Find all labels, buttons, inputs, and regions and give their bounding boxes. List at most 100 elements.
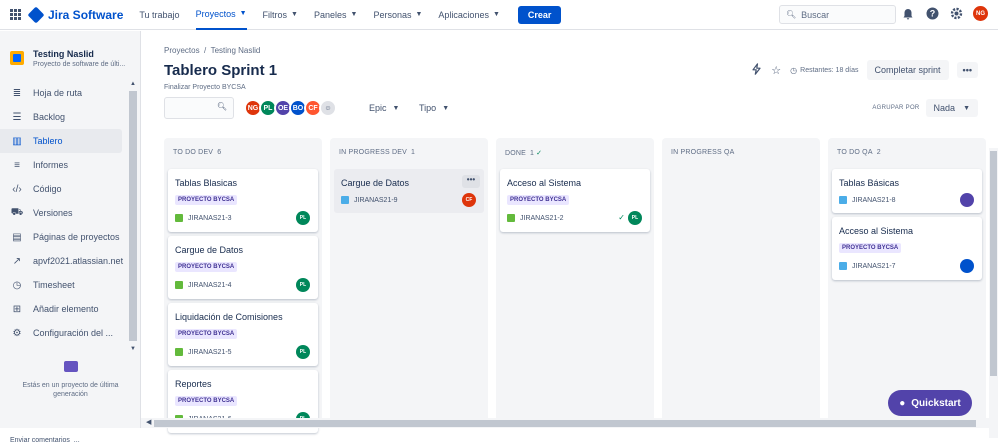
- sidebar-item-8[interactable]: ◷ Timesheet: [0, 273, 127, 297]
- project-avatar-icon: [10, 51, 24, 65]
- nav-item-3[interactable]: Paneles ▼: [314, 0, 357, 30]
- column-count: 6: [217, 149, 222, 156]
- card-more-button[interactable]: •••: [462, 175, 480, 188]
- create-button[interactable]: Crear: [517, 5, 562, 24]
- group-by-select[interactable]: Nada ▼: [925, 99, 978, 117]
- user-avatar[interactable]: NG: [973, 6, 988, 21]
- assignee-avatar[interactable]: PL: [296, 345, 310, 359]
- scroll-left-icon[interactable]: ◀: [146, 418, 151, 426]
- story-icon: [175, 348, 183, 356]
- project-header[interactable]: Testing Naslid Proyecto de software de ú…: [0, 31, 140, 68]
- breadcrumb-projects[interactable]: Proyectos: [164, 46, 200, 55]
- assignee-avatar[interactable]: PL: [296, 278, 310, 292]
- epic-badge: PROYECTO BYCSA: [175, 396, 238, 406]
- sidebar-scrollbar-thumb[interactable]: [129, 91, 137, 341]
- story-icon: [175, 214, 183, 222]
- complete-sprint-button[interactable]: Completar sprint: [866, 60, 949, 80]
- sidebar-item-6[interactable]: ▤ Páginas de proyectos: [0, 225, 127, 249]
- epic-filter[interactable]: Epic ▼: [369, 103, 399, 113]
- releases-icon: ⛟: [10, 206, 24, 218]
- settings-icon: ⚙: [12, 327, 22, 339]
- issue-card[interactable]: Cargue de Datos PROYECTO BYCSA JIRANAS21-4…: [168, 236, 318, 299]
- scroll-down-icon[interactable]: ▼: [130, 346, 136, 352]
- global-search-input[interactable]: 🔍︎ Buscar: [779, 5, 896, 24]
- more-people-icon[interactable]: ☺: [319, 99, 337, 117]
- board-search-input[interactable]: 🔍︎: [164, 97, 234, 119]
- reports-icon: ≡: [14, 159, 20, 171]
- quickstart-button[interactable]: ● Quickstart: [888, 390, 972, 416]
- board-horizontal-scrollbar-thumb[interactable]: [154, 420, 976, 427]
- sidebar-item-7[interactable]: ↗ apvf2021.atlassian.net: [0, 249, 127, 273]
- assignee-avatar[interactable]: PL: [296, 211, 310, 225]
- jira-logo[interactable]: Jira Software: [27, 6, 123, 23]
- issue-summary: Liquidación de Comisiones: [175, 312, 283, 322]
- story-icon: [507, 214, 515, 222]
- sidebar-item-5[interactable]: ⛟ Versiones: [0, 201, 127, 225]
- issue-key: JIRANAS21-7: [839, 262, 896, 270]
- search-icon: 🔍︎: [216, 102, 227, 111]
- chevron-down-icon: ▼: [291, 11, 298, 18]
- sidebar-item-0[interactable]: ≣ Hoja de ruta: [0, 81, 127, 105]
- app-switcher-icon[interactable]: [10, 8, 22, 21]
- issue-card[interactable]: Cargue de Datos JIRANAS21-9 CF •••: [334, 169, 484, 213]
- footer-line-2: generación: [53, 391, 88, 398]
- assignee-avatar[interactable]: PL: [628, 211, 642, 225]
- nav-item-4[interactable]: Personas ▼: [373, 0, 422, 30]
- jira-logo-icon: [27, 6, 45, 23]
- board-column-0: TO DO DEV 6 Tablas Blasicas PROYECTO BYCSA J…: [164, 138, 322, 433]
- scroll-up-icon[interactable]: ▲: [130, 81, 136, 87]
- sidebar-footer: Estás en un proyecto de última generación: [0, 361, 141, 399]
- chevron-down-icon: ▼: [442, 104, 450, 112]
- column-header: IN PROGRESS QA: [671, 149, 735, 156]
- lightning-icon[interactable]: [751, 62, 762, 78]
- project-name: Testing Naslid: [33, 49, 94, 59]
- nav-item-1[interactable]: Proyectos ▼: [195, 0, 247, 30]
- search-icon: 🔍︎: [786, 10, 797, 19]
- send-feedback-link[interactable]: Enviar comentarios ...: [10, 437, 80, 444]
- settings-icon[interactable]: [949, 7, 963, 21]
- type-filter[interactable]: Tipo ▼: [419, 103, 449, 113]
- help-icon[interactable]: ?: [925, 7, 939, 21]
- more-options-button[interactable]: •••: [956, 62, 978, 78]
- issue-card[interactable]: Tablas Blasicas PROYECTO BYCSA JIRANAS21-3…: [168, 169, 318, 232]
- issue-card[interactable]: Acceso al Sistema PROYECTO BYCSA JIRANAS21…: [500, 169, 650, 232]
- nav-item-2[interactable]: Filtros ▼: [263, 0, 298, 30]
- sidebar-item-10[interactable]: ⚙ Configuración del ...: [0, 321, 127, 345]
- board-icon: ▥: [12, 135, 22, 147]
- sidebar-item-1[interactable]: ☰ Backlog: [0, 105, 127, 129]
- task-icon: [839, 196, 847, 204]
- issue-summary: Cargue de Datos: [175, 245, 244, 255]
- sidebar-item-3[interactable]: ≡ Informes: [0, 153, 127, 177]
- sidebar-item-9[interactable]: ⊞ Añadir elemento: [0, 297, 127, 321]
- notification-icon[interactable]: [901, 7, 915, 21]
- issue-card[interactable]: Acceso al Sistema PROYECTO BYCSA JIRANAS21…: [832, 217, 982, 280]
- column-count: 1: [410, 149, 416, 156]
- timesheet-icon: ◷: [12, 279, 22, 291]
- task-icon: [341, 196, 349, 204]
- chevron-down-icon: ▼: [963, 104, 970, 112]
- board-vertical-scrollbar-thumb[interactable]: [990, 151, 997, 376]
- breadcrumb-project[interactable]: Testing Naslid: [211, 46, 261, 55]
- epic-badge: PROYECTO BYCSA: [507, 195, 570, 205]
- nav-item-5[interactable]: Aplicaciones ▼: [438, 0, 499, 30]
- epic-badge: PROYECTO BYCSA: [175, 329, 238, 339]
- chevron-down-icon: ▼: [415, 11, 423, 18]
- sidebar-item-4[interactable]: ‹/› Código: [0, 177, 127, 201]
- breadcrumb: Proyectos / Testing Naslid: [164, 46, 260, 55]
- issue-summary: Tablas Básicas: [839, 178, 900, 188]
- assignee-avatar[interactable]: [960, 193, 974, 207]
- issue-key: JIRANAS21-9: [341, 196, 398, 204]
- assignee-avatar[interactable]: [960, 259, 974, 273]
- sidebar-item-2[interactable]: ▥ Tablero: [0, 129, 122, 153]
- issue-card[interactable]: Tablas Básicas JIRANAS21-8: [832, 169, 982, 213]
- assignee-avatar[interactable]: CF: [462, 193, 476, 207]
- star-icon[interactable]: ☆: [771, 64, 781, 77]
- pages-icon: ▤: [12, 231, 22, 243]
- story-icon: [175, 281, 183, 289]
- issue-card[interactable]: Liquidación de Comisiones PROYECTO BYCSA J…: [168, 303, 318, 366]
- issue-summary: Tablas Blasicas: [175, 178, 238, 188]
- external-link-icon: ↗: [12, 255, 22, 267]
- column-count: 2: [876, 149, 881, 156]
- nav-item-0[interactable]: Tu trabajo: [139, 0, 179, 30]
- column-count: 1: [530, 150, 535, 157]
